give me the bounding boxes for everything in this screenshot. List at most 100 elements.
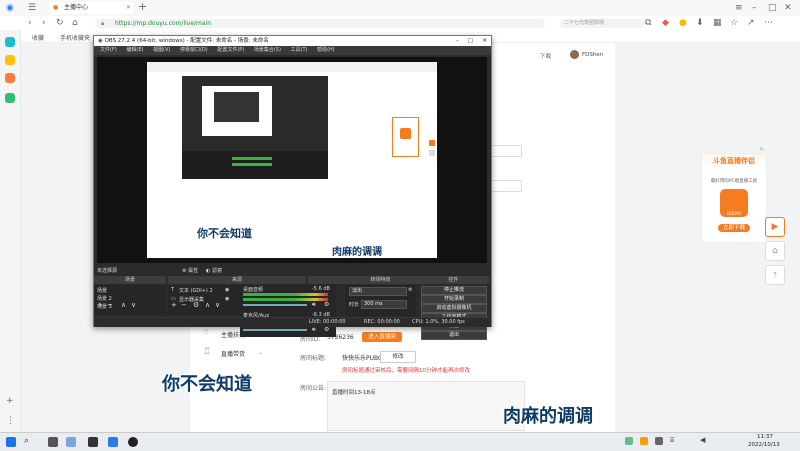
volume-icon[interactable]: ◀ — [700, 436, 705, 444]
scene-item[interactable]: 场景 — [97, 287, 107, 294]
companion-ad[interactable]: 斗鱼直播伴侣 最好用的PC端直播工具 DOUYU 立即下载 ✕ — [701, 146, 767, 243]
explorer-icon[interactable] — [66, 437, 76, 447]
hidden-input[interactable] — [490, 145, 522, 157]
filters-button[interactable]: ◐ 滤镜 — [206, 267, 222, 274]
close-window-icon[interactable]: ✕ — [784, 2, 792, 14]
menu-icon[interactable]: ≡ — [735, 2, 743, 14]
scene-down-icon[interactable]: ∨ — [131, 301, 136, 309]
tab-close-icon[interactable]: ✕ — [126, 2, 131, 14]
task-view-icon[interactable] — [48, 437, 58, 447]
transition-gear-icon[interactable]: ⚙ — [408, 287, 412, 293]
speaker-icon[interactable]: 🔊︎ — [312, 326, 316, 334]
properties-button[interactable]: ⚙ 属性 — [182, 267, 198, 274]
speaker-icon[interactable]: 🔊︎ — [312, 301, 316, 309]
sidebar-star-icon[interactable] — [5, 55, 15, 65]
user-name[interactable]: FDShen — [582, 52, 603, 58]
bookmark-mobile[interactable]: 手机收藏夹 — [60, 33, 90, 42]
forward-icon[interactable]: › — [42, 17, 46, 29]
start-icon[interactable] — [6, 437, 16, 447]
virtual-camera-button[interactable]: 启动虚拟摄像机 — [421, 304, 487, 313]
mic-volume-slider[interactable] — [243, 329, 307, 331]
obs-menu-docks[interactable]: 停靠窗口(D) — [180, 47, 208, 53]
sidebar-add-icon[interactable]: + — [6, 395, 14, 407]
bookmark-favorites[interactable]: 收藏 — [32, 33, 44, 42]
add-source-icon[interactable]: + — [171, 301, 177, 309]
download-link[interactable]: 下载 — [540, 52, 551, 60]
mixer-gear-icon[interactable]: ⚙ — [324, 301, 329, 308]
more-icon[interactable]: ⋯ — [764, 17, 773, 29]
duration-input[interactable]: 300 ms — [361, 300, 407, 309]
maximize-icon[interactable]: □ — [768, 2, 777, 14]
source-item[interactable]: 文本 (GDI+) 2 — [179, 287, 213, 294]
sidebar-app-icon-3[interactable] — [5, 93, 15, 103]
obs-minimize-icon[interactable]: – — [456, 36, 459, 46]
scene-up-icon[interactable]: ∧ — [121, 301, 126, 309]
sidebar-settings-icon[interactable]: ⋮ — [6, 415, 15, 427]
stop-stream-button[interactable]: 停止推流 — [421, 286, 487, 295]
app-icon[interactable] — [88, 437, 98, 447]
tray-icon[interactable] — [655, 437, 663, 445]
network-icon[interactable]: ⌸ — [670, 436, 674, 445]
obs-menu-edit[interactable]: 编辑(E) — [126, 47, 143, 53]
enter-room-button[interactable]: 进入直播间 — [362, 332, 402, 342]
browser-taskbar-icon[interactable] — [108, 437, 118, 447]
transition-select[interactable]: 淡出 — [349, 287, 407, 296]
obs-taskbar-icon[interactable] — [128, 437, 138, 447]
minimize-icon[interactable]: – — [752, 2, 757, 14]
obs-menu-help[interactable]: 帮助(H) — [317, 47, 335, 53]
new-tab-icon[interactable]: + — [138, 1, 147, 13]
visibility-eye-icon[interactable]: ◉ — [225, 287, 229, 293]
tray-icon[interactable] — [640, 437, 648, 445]
remove-scene-icon[interactable]: − — [107, 301, 113, 309]
remove-source-icon[interactable]: − — [181, 301, 187, 309]
obs-menu-file[interactable]: 文件(F) — [100, 47, 117, 53]
tab-list-icon[interactable]: ☰ — [28, 2, 36, 14]
game-icon[interactable]: ◆ — [662, 17, 669, 29]
sidebar-app-icon-1[interactable] — [5, 37, 15, 47]
search-taskbar-icon[interactable]: ⌕ — [24, 436, 29, 446]
obs-close-icon[interactable]: ✕ — [482, 36, 487, 46]
source-down-icon[interactable]: ∨ — [215, 301, 220, 309]
reload-icon[interactable]: ↻ — [56, 17, 64, 29]
tray-icon[interactable] — [625, 437, 633, 445]
preview-obs — [182, 76, 328, 179]
preview-obs-docks — [182, 151, 328, 179]
obs-menu-view[interactable]: 视图(V) — [153, 47, 170, 53]
star-icon[interactable]: ☆ — [730, 17, 738, 29]
side-home-button[interactable]: ⌂ — [765, 241, 785, 261]
add-scene-icon[interactable]: + — [97, 301, 103, 309]
tab-anchor-center[interactable]: ● 主播中心 ✕ — [50, 2, 134, 14]
announcement-textarea[interactable]: 直播时间13-18点 — [327, 381, 525, 431]
ad-close-icon[interactable]: ✕ — [759, 146, 764, 153]
download-icon[interactable]: ⬇ — [696, 17, 704, 29]
obs-preview[interactable]: 你不会知道 肉麻的调调 — [97, 57, 487, 263]
avatar[interactable] — [570, 50, 579, 59]
menu-item-commerce[interactable]: 直播带货 — [221, 349, 245, 358]
source-up-icon[interactable]: ∧ — [205, 301, 210, 309]
ad-download-button[interactable]: 立即下载 — [718, 224, 750, 232]
obs-titlebar[interactable]: ◉ OBS 27.2.4 (64-bit, windows) - 配置文件: 未… — [94, 36, 491, 46]
exit-button[interactable]: 退出 — [421, 331, 487, 340]
side-play-button[interactable]: ▶ — [765, 217, 785, 237]
grid-icon[interactable]: ▦ — [713, 17, 722, 29]
sidebar-app-icon-2[interactable] — [5, 73, 15, 83]
extension-icon[interactable]: ● — [679, 17, 687, 29]
obs-menu-tools[interactable]: 工具(T) — [291, 47, 308, 53]
screenshot-icon[interactable]: ⧉ — [645, 17, 651, 29]
obs-maximize-icon[interactable]: □ — [468, 36, 473, 46]
start-recording-button[interactable]: 开始录制 — [421, 295, 487, 304]
hidden-input-2[interactable] — [490, 180, 522, 192]
back-icon[interactable]: ‹ — [28, 17, 32, 29]
address-bar[interactable]: 🔒︎ https://mp.douyu.com/live/main — [95, 19, 545, 28]
side-top-button[interactable]: ⤒ — [765, 265, 785, 285]
obs-menu-profile[interactable]: 配置文件(P) — [217, 47, 244, 53]
mixer-gear-icon[interactable]: ⚙ — [324, 326, 329, 333]
obs-window[interactable]: ◉ OBS 27.2.4 (64-bit, windows) - 配置文件: 未… — [93, 35, 492, 340]
source-settings-icon[interactable]: ⚙ — [193, 301, 199, 309]
desktop-volume-slider[interactable] — [243, 304, 307, 306]
home-icon[interactable]: ⌂ — [72, 17, 78, 29]
search-input[interactable]: 二十七代表团现场 — [560, 19, 644, 28]
share-icon[interactable]: ↗ — [747, 17, 755, 29]
modify-title-button[interactable]: 修改 — [380, 351, 416, 363]
obs-menu-scene-collection[interactable]: 场景集合(S) — [254, 47, 281, 53]
